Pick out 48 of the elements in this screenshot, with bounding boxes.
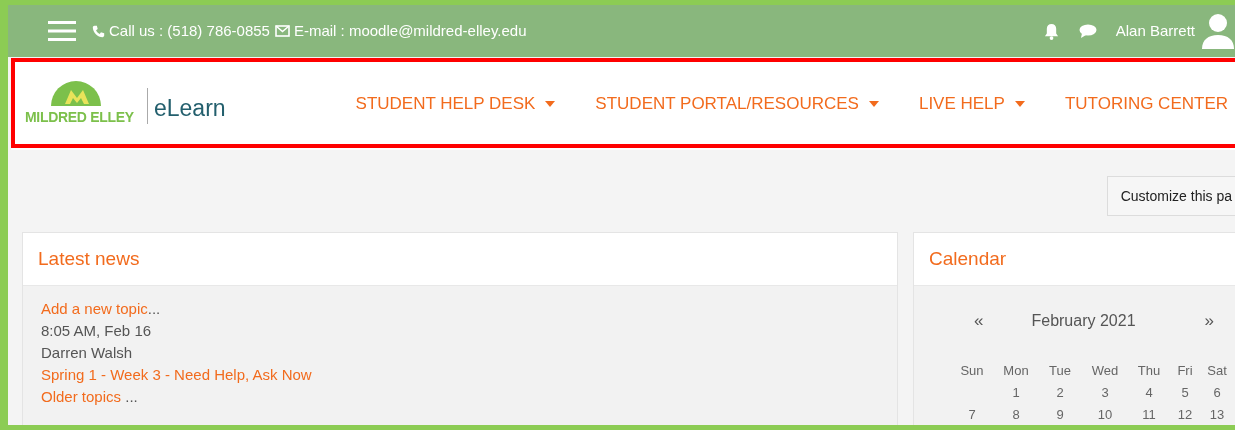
news-link[interactable]: Spring 1 - Week 3 - Need Help, Ask Now — [41, 366, 312, 383]
nav-menu-item[interactable]: STUDENT PORTAL/RESOURCES — [595, 91, 879, 117]
nav-menu-item[interactable]: TUTORING CENTER — [1064, 91, 1228, 117]
card-title: Latest news — [38, 246, 140, 271]
phone-text: Call us : (518) 786-0855 — [109, 20, 270, 41]
next-month-link[interactable]: » — [1204, 308, 1214, 334]
news-text: 8:05 AM, Feb 16 — [41, 322, 152, 339]
calendar-day[interactable]: 11 — [1142, 406, 1156, 422]
chat-bubble-icon[interactable] — [1078, 23, 1097, 39]
news-link[interactable]: Add a new topic — [41, 300, 148, 317]
menu-icon[interactable] — [48, 21, 76, 41]
weekday-header: Fri — [1177, 362, 1193, 378]
weekday-header: Sat — [1207, 362, 1227, 378]
bell-icon[interactable] — [1043, 22, 1059, 40]
month-title: February 2021 — [1031, 310, 1136, 331]
weekday-header: Tue — [1049, 362, 1071, 378]
phone-icon — [92, 24, 105, 38]
customize-page-button[interactable]: Customize this pa — [1106, 176, 1235, 216]
calendar-day[interactable]: 8 — [1012, 406, 1020, 422]
ellipsis-text: ... — [124, 388, 138, 405]
calendar-day[interactable]: 4 — [1145, 384, 1153, 400]
calendar-day[interactable]: 5 — [1181, 384, 1189, 400]
calendar-day[interactable]: 10 — [1097, 406, 1113, 422]
calendar-day[interactable]: 6 — [1213, 384, 1221, 400]
card-title: Calendar — [929, 246, 1007, 271]
email-text: E-mail : moodle@mildred-elley.edu — [293, 20, 527, 41]
nav-menu-item[interactable]: STUDENT HELP DESK — [355, 91, 556, 117]
calendar-day[interactable]: 1 — [1012, 384, 1020, 400]
news-link[interactable]: Older topics — [41, 388, 122, 405]
logo-mark-icon — [51, 80, 101, 106]
ellipsis-text: ... — [147, 300, 161, 317]
previous-month-link[interactable]: « — [974, 308, 984, 334]
calendar-day[interactable]: 7 — [968, 406, 976, 422]
calendar-day[interactable]: 2 — [1056, 384, 1064, 400]
user-avatar-icon[interactable] — [1201, 13, 1235, 49]
calendar-day[interactable]: 12 — [1177, 406, 1193, 422]
envelope-icon — [274, 25, 290, 37]
calendar-day[interactable]: 9 — [1056, 406, 1064, 422]
weekday-header: Wed — [1091, 362, 1119, 378]
weekday-header: Thu — [1137, 362, 1161, 378]
site-name[interactable]: eLearn — [154, 97, 226, 120]
calendar-day[interactable]: 13 — [1209, 406, 1225, 422]
weekday-header: Mon — [1003, 362, 1029, 378]
nav-menu-item[interactable]: LIVE HELP — [918, 91, 1025, 117]
logo-text: MILDRED ELLEY — [25, 108, 134, 127]
news-text: Darren Walsh — [41, 344, 133, 361]
calendar-day[interactable]: 3 — [1101, 384, 1109, 400]
weekday-header: Sun — [960, 362, 984, 378]
